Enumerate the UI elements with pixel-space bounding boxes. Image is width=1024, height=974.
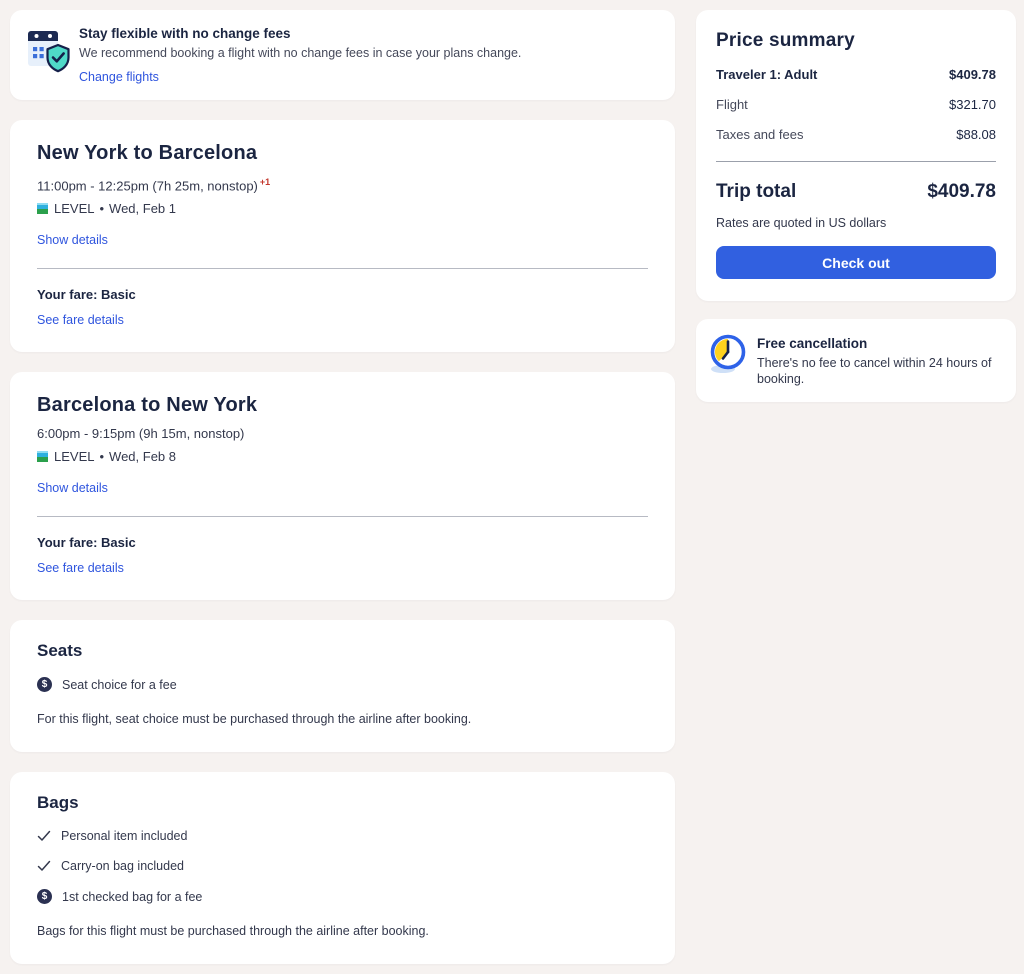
trip-total-row: Trip total $409.78 [716, 181, 996, 203]
cancel-content: Free cancellation There's no fee to canc… [757, 333, 1000, 387]
airline-name: LEVEL [54, 201, 95, 217]
bags-card: Bags Personal item included Carry-on bag… [10, 772, 675, 965]
flight-time: 6:00pm - 9:15pm (9h 15m, nonstop) [37, 426, 648, 442]
divider [716, 161, 996, 162]
seats-note: For this flight, seat choice must be pur… [37, 712, 472, 727]
price-row-traveler: Traveler 1: Adult $409.78 [716, 67, 996, 82]
dot-separator: • [99, 201, 105, 217]
banner-title: Stay flexible with no change fees [79, 26, 291, 41]
trip-total-value: $409.78 [927, 181, 996, 202]
rates-note: Rates are quoted in US dollars [716, 216, 887, 230]
flight-card-return: Barcelona to New York 6:00pm - 9:15pm (9… [10, 372, 675, 601]
flight-date: Wed, Feb 1 [109, 201, 177, 217]
change-flights-link[interactable]: Change flights [79, 70, 159, 84]
check-out-button[interactable]: Check out [716, 246, 996, 279]
price-row-value: $409.78 [949, 67, 996, 82]
flight-date: Wed, Feb 8 [109, 449, 177, 465]
divider [37, 268, 648, 270]
price-row-label: Taxes and fees [716, 127, 804, 142]
airline-name: LEVEL [54, 449, 95, 465]
checkout-page: Stay flexible with no change fees We rec… [0, 0, 1024, 974]
banner-description: We recommend booking a flight with no ch… [79, 46, 522, 60]
flight-route-title: New York to Barcelona [37, 142, 258, 164]
level-airline-logo [37, 203, 48, 215]
price-row-label: Traveler 1: Adult [716, 67, 818, 82]
main-column: Stay flexible with no change fees We rec… [10, 10, 675, 965]
calendar-shield-icon [26, 26, 71, 81]
trip-total-label: Trip total [716, 181, 797, 202]
price-row-value: $321.70 [949, 97, 996, 112]
flight-time-text: 6:00pm - 9:15pm (9h 15m, nonstop) [37, 426, 245, 442]
check-icon [37, 859, 51, 873]
price-row-label: Flight [716, 97, 748, 112]
bag-included-text: Carry-on bag included [61, 859, 184, 874]
price-row-value: $88.08 [956, 127, 996, 142]
show-details-link[interactable]: Show details [37, 481, 108, 495]
banner-content: Stay flexible with no change fees We rec… [79, 25, 521, 86]
clock-icon [708, 333, 748, 380]
fare-label: Your fare: Basic [37, 535, 136, 551]
seats-title: Seats [37, 641, 83, 661]
bag-included-text: Personal item included [61, 829, 188, 844]
airline-row: LEVEL • Wed, Feb 8 [37, 449, 648, 464]
side-column: Price summary Traveler 1: Adult $409.78 … [696, 10, 1016, 402]
flight-route-title: Barcelona to New York [37, 394, 258, 417]
flight-time-text: 11:00pm - 12:25pm (7h 25m, nonstop) [37, 178, 258, 194]
divider [37, 516, 648, 518]
dollar-fee-icon: $ [37, 677, 52, 693]
see-fare-details-link[interactable]: See fare details [37, 561, 124, 575]
no-change-fees-banner: Stay flexible with no change fees We rec… [10, 10, 675, 100]
free-cancellation-card: Free cancellation There's no fee to canc… [696, 319, 1016, 402]
fare-label: Your fare: Basic [37, 287, 136, 303]
show-details-link[interactable]: Show details [37, 233, 108, 247]
bags-note: Bags for this flight must be purchased t… [37, 924, 429, 939]
flight-time: 11:00pm - 12:25pm (7h 25m, nonstop) +1 [37, 174, 648, 194]
price-summary-card: Price summary Traveler 1: Adult $409.78 … [696, 10, 1016, 301]
dollar-fee-icon: $ [37, 889, 52, 905]
price-summary-title: Price summary [716, 30, 855, 51]
bag-included-row: Personal item included [37, 829, 648, 843]
next-day-indicator: +1 [259, 177, 271, 187]
seat-fee-text: Seat choice for a fee [62, 677, 177, 692]
seats-card: Seats $ Seat choice for a fee For this f… [10, 620, 675, 753]
flight-card-outbound: New York to Barcelona 11:00pm - 12:25pm … [10, 120, 675, 353]
seat-fee-row: $ Seat choice for a fee [37, 677, 648, 693]
price-row-flight: Flight $321.70 [716, 97, 996, 112]
price-row-taxes: Taxes and fees $88.08 [716, 127, 996, 142]
see-fare-details-link[interactable]: See fare details [37, 313, 124, 327]
bag-included-row: Carry-on bag included [37, 859, 648, 873]
dot-separator: • [99, 449, 105, 465]
level-airline-logo [37, 451, 48, 463]
free-cancellation-description: There's no fee to cancel within 24 hours… [757, 356, 992, 386]
free-cancellation-title: Free cancellation [757, 336, 868, 351]
bag-fee-text: 1st checked bag for a fee [62, 889, 203, 904]
bags-title: Bags [37, 793, 79, 813]
airline-row: LEVEL • Wed, Feb 1 [37, 201, 648, 216]
bag-fee-row: $ 1st checked bag for a fee [37, 889, 648, 905]
check-icon [37, 829, 51, 843]
